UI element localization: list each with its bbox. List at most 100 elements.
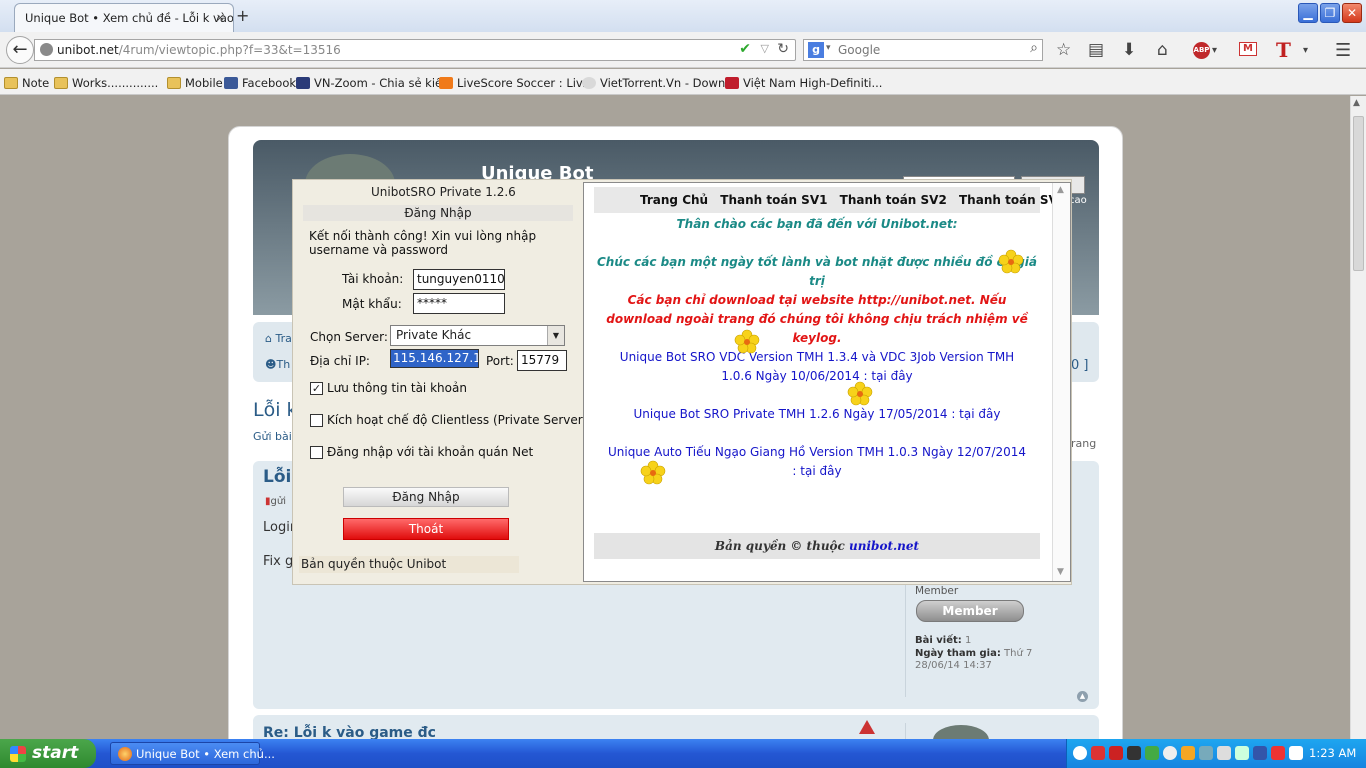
scroll-top-icon[interactable]: ▲ <box>1077 691 1088 702</box>
bookmark-works[interactable]: Works.............. <box>54 76 158 90</box>
tray-network-icon[interactable] <box>1199 746 1213 760</box>
exit-button[interactable]: Thoát <box>343 518 509 540</box>
download-link-vdc[interactable]: Unique Bot SRO VDC Version TMH 1.3.4 và … <box>594 348 1040 386</box>
window-maximize-button[interactable]: ❐ <box>1320 3 1340 23</box>
server-select[interactable]: Private Khác ▼ <box>390 325 565 346</box>
search-input[interactable]: g ▾ Google ⌕ <box>803 39 1043 61</box>
tray-close-icon[interactable] <box>1271 746 1285 760</box>
translate-t-icon[interactable]: T <box>1276 38 1291 62</box>
tray-app-icon[interactable] <box>1109 746 1123 760</box>
bookmark-viettorrent[interactable]: VietTorrent.Vn - Down... <box>582 76 736 90</box>
bookmark-vnzoom[interactable]: VN-Zoom - Chia sẻ kiế... <box>296 76 453 90</box>
tray-app-icon[interactable] <box>1235 746 1249 760</box>
reading-list-icon[interactable]: ▤ <box>1088 40 1104 60</box>
nav-home-fragment[interactable]: ⌂ Tra <box>265 332 292 345</box>
scroll-up-arrow-icon[interactable]: ▲ <box>1057 185 1064 195</box>
back-button[interactable]: ← <box>6 36 34 64</box>
tray-volume-icon[interactable] <box>1289 746 1303 760</box>
connection-status-message: Kết nối thành công! Xin vui lòng nhập us… <box>309 229 537 257</box>
download-link-private[interactable]: Unique Bot SRO Private TMH 1.2.6 Ngày 17… <box>594 405 1040 424</box>
reload-icon[interactable]: ↻ <box>777 41 789 57</box>
scroll-up-arrow-icon[interactable]: ▲ <box>1353 98 1360 108</box>
browser-titlebar: Unique Bot • Xem chủ đề - Lỗi k vào g...… <box>0 0 1366 32</box>
home-icon[interactable]: ⌂ <box>1157 40 1168 60</box>
tray-app-icon[interactable] <box>1181 746 1195 760</box>
bookmark-mobile[interactable]: Mobile <box>167 76 223 90</box>
bookmark-note[interactable]: Note <box>4 76 49 90</box>
flower-icon <box>847 381 873 406</box>
url-bar[interactable]: unibot.net/4rum/viewtopic.php?f=33&t=135… <box>34 39 796 61</box>
window-minimize-button[interactable]: ▁ <box>1298 3 1318 23</box>
bookmark-livescore[interactable]: LiveScore Soccer : Liv... <box>439 76 593 90</box>
post-2: Re: Lỗi k vào game đc <box>253 715 1099 739</box>
globe-icon <box>40 43 53 56</box>
clientless-checkbox[interactable] <box>310 414 323 427</box>
net-cafe-checkbox[interactable] <box>310 446 323 459</box>
topic-title-fragment[interactable]: Lỗi k <box>253 399 298 421</box>
nav-payment-sv3-link[interactable]: Thanh toán SV3 <box>959 193 1066 207</box>
search-icon[interactable]: ⌕ <box>1030 40 1038 56</box>
tray-app-icon[interactable] <box>1217 746 1231 760</box>
login-button[interactable]: Đăng Nhập <box>343 487 509 507</box>
clock[interactable]: 1:23 AM <box>1309 746 1356 760</box>
tray-app-icon[interactable] <box>1163 746 1177 760</box>
scrollbar-thumb[interactable] <box>1353 116 1364 271</box>
ip-input[interactable]: 115.146.127.19 <box>390 349 479 368</box>
adblock-dropdown-icon[interactable]: ▾ <box>1212 45 1217 56</box>
password-input[interactable]: ***** <box>413 293 505 314</box>
save-account-checkbox[interactable]: ✓ <box>310 382 323 395</box>
bookmark-vietnam-hd[interactable]: Việt Nam High-Definiti... <box>725 76 882 90</box>
tab-title: Unique Bot • Xem chủ đề - Lỗi k vào g... <box>25 11 234 25</box>
copyright-link[interactable]: unibot.net <box>849 539 919 553</box>
post-1-title-fragment[interactable]: Lỗi <box>263 467 291 487</box>
net-cafe-label[interactable]: Đăng nhập với tài khoản quán Net <box>327 445 533 459</box>
bookmark-facebook[interactable]: Facebook <box>224 76 296 90</box>
menu-icon[interactable]: ☰ <box>1335 40 1351 61</box>
folder-icon <box>4 77 18 89</box>
system-tray: 1:23 AM <box>1066 739 1366 768</box>
save-account-label[interactable]: Lưu thông tin tài khoản <box>327 381 467 395</box>
google-icon[interactable]: g <box>808 42 824 58</box>
bookmark-star-icon[interactable]: ☆ <box>1056 40 1071 60</box>
post-reply-fragment[interactable]: Gửi bài <box>253 430 292 443</box>
window-close-button[interactable]: ✕ <box>1342 3 1362 23</box>
server-label: Chọn Server: <box>310 330 388 344</box>
account-input[interactable]: tunguyen0110 <box>413 269 505 290</box>
port-input[interactable]: 15779 <box>517 350 567 371</box>
adblock-icon[interactable]: ABP <box>1193 42 1210 59</box>
taskbar-firefox-window[interactable]: Unique Bot • Xem chủ... <box>110 742 275 765</box>
page-fragment: rang <box>1071 437 1097 450</box>
nav-payment-sv2-link[interactable]: Thanh toán SV2 <box>840 193 947 207</box>
nav-payment-sv1-link[interactable]: Thanh toán SV1 <box>720 193 827 207</box>
bot-news-panel: Trang Chủ Thanh toán SV1 Thanh toán SV2 … <box>583 182 1071 582</box>
flower-icon <box>640 460 666 485</box>
bookmarks-bar: Note Works.............. Mobile Facebook… <box>0 69 1366 95</box>
bot-news-navbar: Trang Chủ Thanh toán SV1 Thanh toán SV2 … <box>594 187 1066 213</box>
scroll-down-arrow-icon[interactable]: ▼ <box>1057 567 1064 577</box>
tray-app-icon[interactable] <box>1253 746 1267 760</box>
gmail-icon[interactable]: M <box>1239 42 1257 56</box>
nav-fragment-2[interactable]: ☻Th <box>265 358 290 371</box>
tray-gear-icon[interactable] <box>1127 746 1141 760</box>
tray-app-icon[interactable] <box>1145 746 1159 760</box>
toolbar-dropdown-icon[interactable]: ▾ <box>1303 45 1308 56</box>
search-engine-dropdown-icon[interactable]: ▾ <box>826 43 831 53</box>
livescore-icon <box>439 77 453 89</box>
news-scrollbar[interactable]: ▲ ▼ <box>1052 183 1070 581</box>
chevron-down-icon[interactable]: ▼ <box>547 326 564 345</box>
browser-tab-active[interactable]: Unique Bot • Xem chủ đề - Lỗi k vào g...… <box>14 3 234 32</box>
download-icon[interactable]: ⬇ <box>1122 40 1136 60</box>
nav-home-link[interactable]: Trang Chủ <box>640 193 708 207</box>
report-warning-icon[interactable] <box>859 720 875 734</box>
new-tab-button[interactable]: + <box>236 6 249 25</box>
page-scrollbar[interactable]: ▲ <box>1350 96 1366 739</box>
start-button[interactable]: start <box>0 739 96 768</box>
tray-gmail-icon[interactable] <box>1091 746 1105 760</box>
post-2-title[interactable]: Re: Lỗi k vào game đc <box>263 725 436 739</box>
tray-expand-icon[interactable] <box>1073 746 1087 760</box>
nav-fragment-3[interactable]: 0 ] <box>1071 358 1088 373</box>
clientless-label[interactable]: Kích hoạt chế độ Clientless (Private Ser… <box>327 413 587 427</box>
dropdown-arrow-icon[interactable]: ▽ <box>761 42 769 55</box>
tab-close-icon[interactable]: × <box>216 11 225 24</box>
post-count: Bài viết: 1 <box>915 635 972 646</box>
